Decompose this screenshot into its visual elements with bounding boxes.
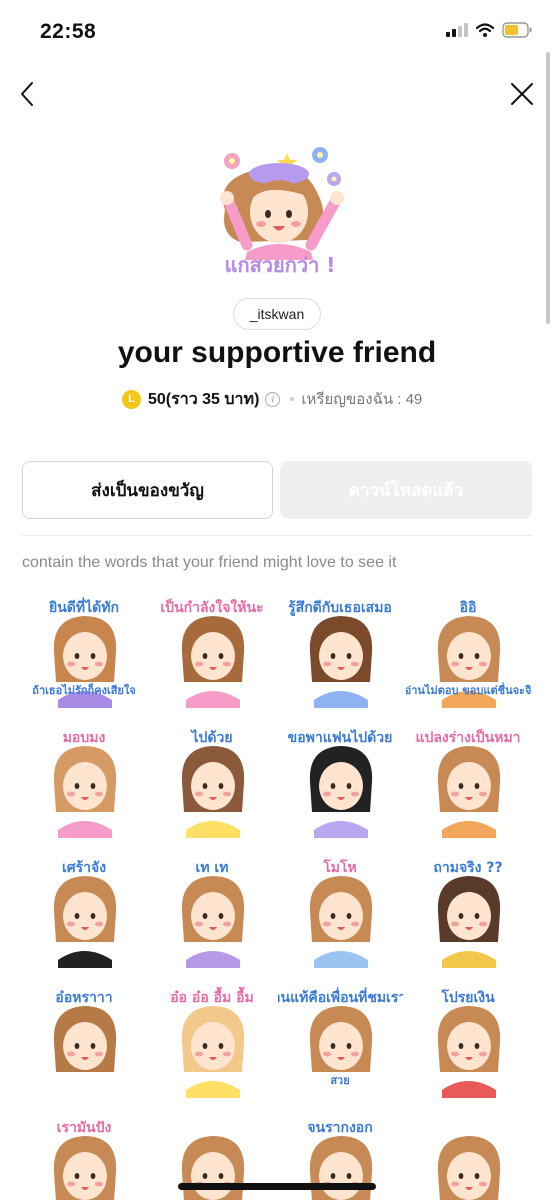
divider <box>22 535 532 536</box>
sticker-item[interactable]: ถามจริง ?? <box>406 850 531 975</box>
status-icons <box>446 22 532 38</box>
sticker-image: อ๋อหราาา <box>53 990 117 1098</box>
hero-sticker: แกสวยกว่า ! <box>195 140 365 285</box>
sticker-item[interactable]: เศร้าจัง <box>22 850 147 975</box>
sticker-item[interactable]: อ๋อ อ๋อ อื้ม อื้ม <box>150 980 275 1105</box>
battery-icon <box>502 22 532 38</box>
sticker-image: โมโห <box>309 858 373 968</box>
sticker-image <box>437 1136 501 1200</box>
description: contain the words that your friend might… <box>22 554 397 571</box>
sticker-text: แปลงร่างเป็นหมา <box>415 728 520 746</box>
sticker-image: อ๋อ อ๋อ อื้ม อื้ม <box>170 986 254 1098</box>
sticker-item[interactable]: อ๋อหราาา <box>22 980 147 1105</box>
status-time: 22:58 <box>40 20 97 43</box>
sticker-item[interactable]: ขอพาแฟนไปด้วย <box>278 720 403 845</box>
sticker-image: รู้สึกดีกับเธอเสมอ <box>288 599 392 708</box>
coin-icon: L <box>122 389 141 409</box>
sticker-text: รู้สึกดีกับเธอเสมอ <box>288 599 392 616</box>
separator-dot <box>290 397 295 401</box>
sticker-image: มอบมง <box>53 730 117 838</box>
sticker-image: ขอพาแฟนไปด้วย <box>288 728 393 838</box>
sticker-item[interactable]: ไปด้วย <box>150 720 275 845</box>
sticker-image: ถามจริง ?? <box>433 860 503 968</box>
sticker-text: เรามันปัง <box>57 1120 112 1136</box>
back-button[interactable] <box>14 80 42 108</box>
sticker-image: อิอิอ่านไม่ตอบ ขอบแต่ชื่นจะจิ <box>405 600 531 708</box>
sticker-item[interactable]: แปลงร่างเป็นหมา <box>406 720 531 845</box>
sticker-image: ยินดีที่ได้ทักถ้าเธอไม่รักก็คงเสียใจ <box>32 597 136 708</box>
sticker-item[interactable]: เท เท <box>150 850 275 975</box>
close-icon <box>511 83 533 105</box>
sticker-item[interactable]: เพื่อนแท้คือเพื่อนที่ชมเราว่าสวย <box>258 980 422 1105</box>
page-title: your supportive friend <box>117 336 437 369</box>
sticker-text: ถามจริง ?? <box>433 860 502 876</box>
home-indicator[interactable] <box>178 1183 376 1190</box>
sticker-text: ยินดีที่ได้ทัก <box>48 597 119 616</box>
signal-icon <box>446 23 468 37</box>
hero-sticker-image: แกสวยกว่า ! <box>220 147 344 277</box>
sticker-text: เพื่อนแท้คือเพื่อนที่ชมเราว่า <box>278 987 403 1006</box>
downloaded-button[interactable]: ดาวน์โหลดแล้ว <box>280 461 532 519</box>
sticker-image: เพื่อนแท้คือเพื่อนที่ชมเราว่าสวย <box>258 987 422 1098</box>
price-row: L 50(ราว 35 บาท) i เหรียญของฉัน : 49 <box>122 388 422 410</box>
my-coins-label: เหรียญของฉัน : 49 <box>301 391 423 408</box>
sticker-image: เศร้าจัง <box>53 860 117 968</box>
status-bar: 22:58 <box>0 0 554 60</box>
sticker-image: โปรยเงิน <box>437 988 501 1098</box>
sticker-image: เป็นกำลังใจให้นะ <box>160 598 264 708</box>
sticker-text: จนรากงอก <box>307 1120 372 1136</box>
chevron-left-icon <box>21 82 33 106</box>
sticker-image: เรามันปัง <box>53 1120 117 1200</box>
price-label: 50(ราว 35 บาท) <box>148 390 260 408</box>
sticker-image: ไปด้วย <box>181 728 245 838</box>
sticker-item[interactable]: เรามันปัง <box>22 1110 147 1200</box>
sticker-item[interactable] <box>406 1110 531 1200</box>
send-gift-button[interactable]: ส่งเป็นของขวัญ <box>22 461 273 519</box>
sticker-text: ขอพาแฟนไปด้วย <box>288 728 393 746</box>
hero-caption: แกสวยกว่า ! <box>225 253 336 277</box>
sticker-item[interactable]: รู้สึกดีกับเธอเสมอ <box>278 590 403 715</box>
wifi-icon <box>476 23 494 37</box>
sticker-text: อ๋อ อ๋อ อื้ม อื้ม <box>170 986 254 1006</box>
sticker-text: เป็นกำลังใจให้นะ <box>160 598 263 616</box>
sticker-item[interactable]: อิอิอ่านไม่ตอบ ขอบแต่ชื่นจะจิ <box>405 590 531 715</box>
sticker-text: มอบมง <box>63 730 106 746</box>
close-button[interactable] <box>508 80 536 108</box>
sticker-image: แปลงร่างเป็นหมา <box>415 728 521 838</box>
sticker-item[interactable]: โมโห <box>278 850 403 975</box>
info-icon[interactable]: i <box>265 391 281 407</box>
sticker-subtext: อ่านไม่ตอบ ขอบแต่ชื่นจะจิ <box>406 682 531 697</box>
sticker-text: ไปด้วย <box>189 728 232 746</box>
sticker-image: เท เท <box>181 860 245 968</box>
sticker-text: โปรยเงิน <box>440 988 495 1006</box>
sticker-subtext: สวย <box>330 1074 349 1087</box>
sticker-item[interactable]: เป็นกำลังใจให้นะ <box>150 590 275 715</box>
sticker-item[interactable]: โปรยเงิน <box>406 980 531 1105</box>
sticker-text: เศร้าจัง <box>62 860 106 876</box>
scrollbar[interactable] <box>546 52 550 324</box>
sticker-item[interactable]: มอบมง <box>22 720 147 845</box>
sticker-text: โมโห <box>322 858 357 876</box>
sticker-text: เท เท <box>196 860 229 876</box>
sticker-text: อ๋อหราาา <box>55 990 112 1006</box>
sticker-item[interactable]: ยินดีที่ได้ทักถ้าเธอไม่รักก็คงเสียใจ <box>22 590 147 715</box>
sticker-text: อิอิ <box>459 600 476 616</box>
author-link[interactable]: _itskwan <box>233 298 321 330</box>
sticker-subtext: ถ้าเธอไม่รักก็คงเสียใจ <box>32 683 135 697</box>
